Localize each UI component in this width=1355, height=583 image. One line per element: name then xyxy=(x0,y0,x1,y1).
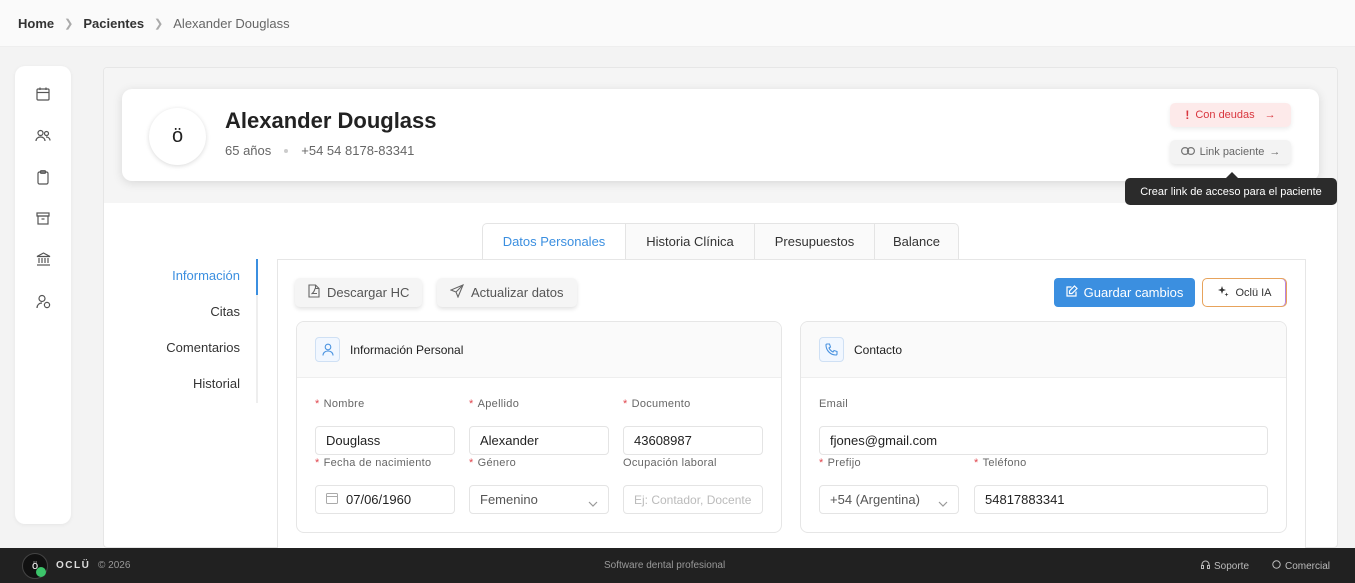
chevron-right-icon: ❯ xyxy=(64,17,74,30)
email-field[interactable]: fjones@gmail.com xyxy=(819,426,1268,455)
user-icon xyxy=(315,337,340,362)
update-data-button[interactable]: Actualizar datos xyxy=(437,278,577,307)
documento-label: * Documento xyxy=(623,398,691,410)
sales-label: Comercial xyxy=(1285,560,1331,572)
personal-info-title: Información Personal xyxy=(350,342,464,357)
bank-icon[interactable] xyxy=(35,251,51,267)
fecha-label: * Fecha de nacimiento xyxy=(315,457,432,469)
patient-card: ö Alexander Douglass 65 años +54 54 8178… xyxy=(122,89,1319,181)
tab-historia-clinica[interactable]: Historia Clínica xyxy=(626,223,755,260)
tooltip: Crear link de acceso para el paciente xyxy=(1125,178,1337,205)
user-settings-icon[interactable] xyxy=(35,293,51,309)
archive-icon[interactable] xyxy=(35,210,51,226)
fecha-field[interactable]: 07/06/1960 xyxy=(315,485,455,514)
alert-icon: ! xyxy=(1185,108,1190,122)
calendar-icon[interactable] xyxy=(35,86,51,102)
subnav: Información Citas Comentarios Historial xyxy=(150,259,258,403)
subnav-active-indicator xyxy=(256,259,258,295)
arrow-right-icon: → xyxy=(1269,146,1281,158)
breadcrumb-pacientes[interactable]: Pacientes xyxy=(83,16,144,31)
sparkle-icon xyxy=(1217,285,1229,300)
nombre-label: * Nombre xyxy=(315,398,365,410)
documento-field[interactable]: 43608987 xyxy=(623,426,763,455)
tab-presupuestos[interactable]: Presupuestos xyxy=(755,223,875,260)
patient-age: 65 años xyxy=(225,143,272,158)
prefijo-select[interactable]: +54 (Argentina) xyxy=(819,485,959,514)
subnav-informacion[interactable]: Información xyxy=(172,268,240,283)
patient-name: Alexander Douglass xyxy=(225,108,437,133)
send-icon xyxy=(449,283,465,301)
support-label: Soporte xyxy=(1214,560,1250,572)
save-button[interactable]: Guardar cambios xyxy=(1054,278,1195,307)
footer: ö OCLÜ © 2026 Software dental profesiona… xyxy=(0,548,1355,583)
oclu-ia-button[interactable]: Oclü IA xyxy=(1202,278,1287,307)
brand-name: OCLÜ xyxy=(56,560,91,571)
personal-info-header: Información Personal xyxy=(297,322,781,378)
headset-icon xyxy=(1201,560,1210,572)
link-label: Link paciente xyxy=(1199,146,1265,158)
genero-select[interactable]: Femenino xyxy=(469,485,609,514)
tagline: Software dental profesional xyxy=(604,560,726,571)
telefono-label: * Teléfono xyxy=(974,457,1027,469)
pdf-file-icon xyxy=(308,284,320,301)
users-icon[interactable] xyxy=(35,128,51,144)
subnav-citas[interactable]: Citas xyxy=(210,304,240,319)
phone-icon xyxy=(819,337,844,362)
ocupacion-field[interactable]: Ej: Contador, Docente xyxy=(623,485,763,514)
apellido-field[interactable]: Alexander xyxy=(469,426,609,455)
chevron-down-icon xyxy=(588,495,598,510)
ocupacion-label: Ocupación laboral xyxy=(623,457,717,469)
patient-meta: 65 años +54 54 8178-83341 xyxy=(225,143,414,158)
nombre-field[interactable]: Douglass xyxy=(315,426,455,455)
breadcrumb-current: Alexander Douglass xyxy=(173,15,290,31)
contact-header: Contacto xyxy=(801,322,1286,378)
save-label: Guardar cambios xyxy=(1083,285,1184,300)
support-link[interactable]: Soporte xyxy=(1201,560,1249,572)
whatsapp-icon xyxy=(1272,560,1281,572)
chevron-down-icon xyxy=(938,495,948,510)
contact-title: Contacto xyxy=(854,342,903,357)
sales-link[interactable]: Comercial xyxy=(1272,560,1330,572)
link-paciente-button[interactable]: Link paciente → xyxy=(1170,140,1291,164)
clipboard-icon[interactable] xyxy=(35,169,51,185)
tab-datos-personales[interactable]: Datos Personales xyxy=(482,223,626,260)
tab-balance[interactable]: Balance xyxy=(875,223,959,260)
chevron-right-icon: ❯ xyxy=(154,17,164,30)
genero-label: * Género xyxy=(469,457,517,469)
download-hc-button[interactable]: Descargar HC xyxy=(295,278,423,307)
download-label: Descargar HC xyxy=(327,285,410,300)
arrow-right-icon: → xyxy=(1264,109,1276,121)
edit-icon xyxy=(1066,285,1078,300)
separator-dot xyxy=(284,148,289,153)
debt-button[interactable]: ! Con deudas → xyxy=(1170,103,1291,127)
email-label: Email xyxy=(819,398,849,410)
breadcrumb: Home ❯ Pacientes ❯ Alexander Douglass xyxy=(0,0,1355,47)
telefono-field[interactable]: 54817883341 xyxy=(974,485,1268,514)
subnav-historial[interactable]: Historial xyxy=(193,376,240,391)
update-label: Actualizar datos xyxy=(471,285,564,300)
sidebar xyxy=(15,66,71,524)
calendar-icon xyxy=(326,492,338,507)
debt-label: Con deudas xyxy=(1195,109,1255,121)
whatsapp-badge-icon[interactable] xyxy=(36,567,46,577)
subnav-comentarios[interactable]: Comentarios xyxy=(166,340,240,355)
avatar: ö xyxy=(149,108,206,165)
fecha-value: 07/06/1960 xyxy=(346,492,412,507)
prefijo-label: * Prefijo xyxy=(819,457,861,469)
ai-label: Oclü IA xyxy=(1235,286,1272,299)
apellido-label: * Apellido xyxy=(469,398,520,410)
copyright: © 2026 xyxy=(98,560,131,571)
patient-phone: +54 54 8178-83341 xyxy=(301,143,415,158)
prefijo-value: +54 (Argentina) xyxy=(830,492,920,507)
genero-value: Femenino xyxy=(480,492,538,507)
tab-bar: Datos Personales Historia Clínica Presup… xyxy=(482,223,959,260)
breadcrumb-home[interactable]: Home xyxy=(18,16,54,31)
link-icon xyxy=(1180,146,1195,158)
